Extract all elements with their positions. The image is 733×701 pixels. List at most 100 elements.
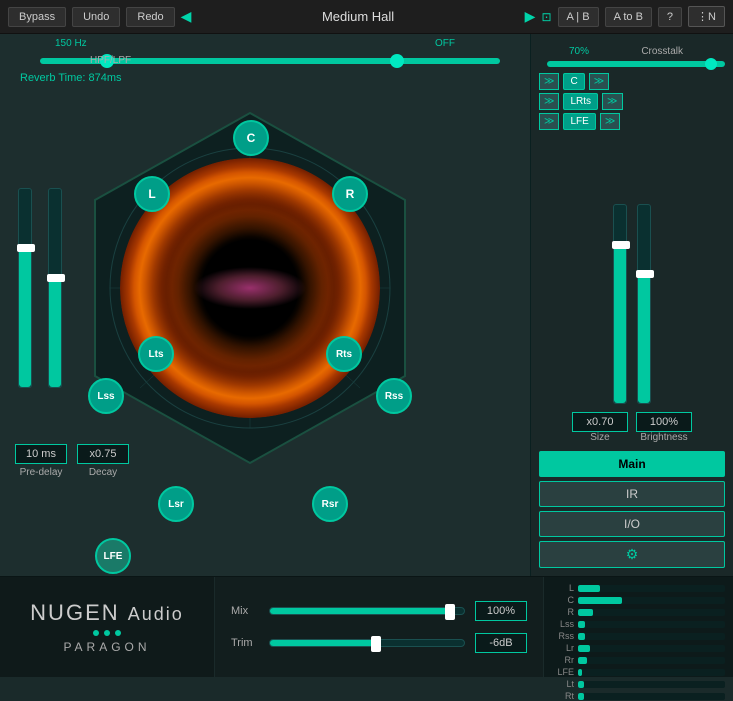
n-button[interactable]: ⋮N [688,6,725,27]
channel-Lss[interactable]: Lss [88,378,124,414]
logo-audio: Audio [128,604,184,624]
right-slider2-wrap [637,204,651,404]
main-area: 150 Hz OFF HPF/LPF Reverb Time: 874ms [0,34,733,576]
trim-fill [270,640,377,646]
gear-button[interactable]: ⚙ [539,541,725,568]
right-slider1-fill [614,245,626,403]
logo-dot-3 [115,630,121,636]
crosstalk-lrts-row: ≫ LRts ≫ [539,93,725,110]
right-sliders [539,145,725,404]
slider1-track[interactable] [18,188,32,388]
slider1-thumb[interactable] [17,244,35,252]
lfe-arrow-right[interactable]: ≫ [600,113,620,130]
meter-row: Lr [552,643,725,653]
mix-thumb[interactable] [445,604,455,620]
left-panel: 150 Hz OFF HPF/LPF Reverb Time: 874ms [0,34,530,576]
crosstalk-section: 70% Crosstalk ≫ C ≫ ≫ [539,42,725,137]
channel-L[interactable]: L [134,176,170,212]
meter-bar-bg [578,633,725,640]
meter-row: C [552,595,725,605]
reverb-time: Reverb Time: 874ms [0,68,530,88]
c-arrow-right[interactable]: ≫ [589,73,609,90]
meter-bar-fill [578,597,622,604]
channel-Rsr[interactable]: Rsr [312,486,348,522]
meter-bar-bg [578,657,725,664]
logo-area: NUGEN Audio PARAGON [0,577,215,677]
meter-bar-fill [578,657,587,664]
ir-button[interactable]: IR [539,481,725,507]
lfe-arrows-right: ≫ [600,113,620,130]
decay-control: x0.75 Decay [77,444,129,478]
trim-value[interactable]: -6dB [475,633,527,653]
crosstalk-slider-row [539,61,725,67]
meter-bar-fill [578,693,584,700]
toolbar: Bypass Undo Redo ◀ Medium Hall ▶ ⊡ A | B… [0,0,733,34]
meter-row: Lss [552,619,725,629]
lrts-arrow-right[interactable]: ≫ [602,93,622,110]
crosstalk-c-btn[interactable]: C [563,73,584,90]
decay-value[interactable]: x0.75 [77,444,129,464]
help-button[interactable]: ? [658,7,682,27]
meter-bar-bg [578,669,725,676]
logo-text: NUGEN Audio [30,600,184,626]
crosstalk-lfe-row: ≫ LFE ≫ [539,113,725,130]
atob-button[interactable]: A to B [605,7,652,27]
right-slider1-thumb[interactable] [612,241,630,249]
size-label: Size [572,432,628,443]
slider1-fill [19,248,31,387]
channel-Rts[interactable]: Rts [326,336,362,372]
lpf-thumb[interactable] [390,54,404,68]
channel-meters: L C R Lss Rss Lr [543,577,733,677]
meter-row: R [552,607,725,617]
ab-button[interactable]: A | B [558,7,599,27]
brightness-value[interactable]: 100% [636,412,692,432]
record-button[interactable]: ⊡ [541,10,551,24]
crosstalk-lfe-btn[interactable]: LFE [563,113,595,130]
channel-R[interactable]: R [332,176,368,212]
right-slider1-track[interactable] [613,204,627,404]
play-button[interactable]: ▶ [525,8,536,25]
io-button[interactable]: I/O [539,511,725,537]
logo-dots [93,630,121,636]
meter-bar-fill [578,681,584,688]
c-arrow-left[interactable]: ≫ [539,73,559,90]
undo-button[interactable]: Undo [72,7,120,27]
crosstalk-val: 70% [569,46,589,57]
right-slider2-track[interactable] [637,204,651,404]
channel-Rss[interactable]: Rss [376,378,412,414]
crosstalk-thumb[interactable] [705,58,717,70]
right-slider2-thumb[interactable] [636,270,654,278]
channel-LFE[interactable]: LFE [95,538,131,574]
crosstalk-label: Crosstalk [641,46,683,57]
logo-nu: NU [30,600,66,625]
trim-label: Trim [231,637,259,649]
crosstalk-track[interactable] [547,61,725,67]
lrts-arrow-left[interactable]: ≫ [539,93,559,110]
meter-bar-bg [578,609,725,616]
mix-value[interactable]: 100% [475,601,527,621]
trim-row: Trim -6dB [231,633,527,653]
meter-name: L [552,583,574,593]
hpf-lpf-row: 150 Hz OFF HPF/LPF [0,34,530,68]
meter-name: R [552,607,574,617]
redo-button[interactable]: Redo [126,7,174,27]
trim-thumb[interactable] [371,636,381,652]
meter-bar-bg [578,621,725,628]
meter-bar-fill [578,645,590,652]
decay-label: Decay [77,467,129,478]
predelay-value[interactable]: 10 ms [15,444,67,464]
channel-C[interactable]: C [233,120,269,156]
mix-track[interactable] [269,607,465,615]
channel-Lts[interactable]: Lts [138,336,174,372]
size-value[interactable]: x0.70 [572,412,628,432]
prev-button[interactable]: ◀ [181,8,192,25]
meter-name: Rss [552,631,574,641]
trim-track[interactable] [269,639,465,647]
meter-bar-fill [578,633,585,640]
meter-name: LFE [552,667,574,677]
channel-Lsr[interactable]: Lsr [158,486,194,522]
crosstalk-lrts-btn[interactable]: LRts [563,93,598,110]
lfe-arrow-left[interactable]: ≫ [539,113,559,130]
bypass-button[interactable]: Bypass [8,7,66,27]
main-button[interactable]: Main [539,451,725,477]
